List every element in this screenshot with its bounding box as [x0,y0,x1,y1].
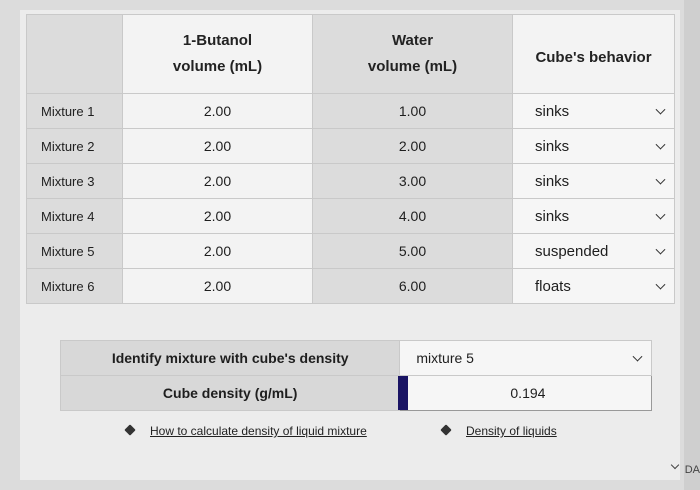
corner-label: DA [684,464,700,476]
row-label: Mixture 5 [26,233,123,269]
mixture-table: 1-Butanol volume (mL) Water volume (mL) … [26,14,675,304]
behavior-value: sinks [535,207,570,225]
behavior-value: sinks [535,102,570,120]
link-density-liquids[interactable]: Density of liquids [466,424,557,438]
water-cell: 3.00 [312,163,513,199]
density-input[interactable]: 0.194 [398,375,652,411]
header-water: Water volume (mL) [312,14,513,94]
water-cell: 1.00 [312,93,513,129]
chevron-down-icon [655,244,666,255]
header-blank [26,14,123,94]
table-row: Mixture 4 2.00 4.00 sinks [26,198,675,234]
water-cell: 6.00 [312,268,513,304]
density-value: 0.194 [510,385,546,401]
header-butanol-line1: 1-Butanol [182,32,253,49]
identify-label: Identify mixture with cube's density [59,340,401,376]
water-cell: 4.00 [312,198,513,234]
table-header-row: 1-Butanol volume (mL) Water volume (mL) … [26,14,675,94]
behavior-select[interactable]: suspended [512,233,675,269]
behavior-select[interactable]: floats [512,268,675,304]
header-butanol: 1-Butanol volume (mL) [122,14,313,94]
water-cell: 2.00 [312,128,513,164]
behavior-value: sinks [535,137,570,155]
header-butanol-line2: volume (mL) [172,58,263,75]
butanol-cell: 2.00 [122,198,313,234]
behavior-select[interactable]: sinks [512,198,675,234]
water-cell: 5.00 [312,233,513,269]
density-table: Identify mixture with cube's density mix… [59,340,652,411]
table-row: Mixture 5 2.00 5.00 suspended [26,233,675,269]
identify-select[interactable]: mixture 5 [399,340,652,376]
butanol-cell: 2.00 [122,233,313,269]
chevron-down-icon [655,104,666,115]
row-label: Mixture 6 [26,268,123,304]
header-water-line1: Water [391,32,434,49]
link-calc-density[interactable]: How to calculate density of liquid mixtu… [150,424,367,438]
butanol-cell: 2.00 [122,268,313,304]
row-label: Mixture 3 [26,163,123,199]
header-water-line2: volume (mL) [367,58,458,75]
row-label: Mixture 4 [26,198,123,234]
behavior-value: suspended [535,242,609,260]
table-row: Mixture 1 2.00 1.00 sinks [26,93,675,129]
behavior-value: floats [535,277,571,295]
header-behavior: Cube's behavior [512,14,675,94]
row-label: Mixture 1 [26,93,123,129]
behavior-select[interactable]: sinks [512,128,675,164]
chevron-down-icon [655,139,666,150]
right-edge-strip [684,0,700,490]
butanol-cell: 2.00 [122,128,313,164]
chevron-down-icon [655,279,666,290]
identify-value: mixture 5 [416,350,474,366]
chevron-down-icon [655,174,666,185]
butanol-cell: 2.00 [122,163,313,199]
density-row: Cube density (g/mL) 0.194 [59,375,652,411]
table-row: Mixture 6 2.00 6.00 floats [26,268,675,304]
butanol-cell: 2.00 [122,93,313,129]
density-label: Cube density (g/mL) [59,375,401,411]
chevron-down-icon [632,351,643,362]
row-label: Mixture 2 [26,128,123,164]
chevron-down-icon [655,209,666,220]
table-row: Mixture 2 2.00 2.00 sinks [26,128,675,164]
table-row: Mixture 3 2.00 3.00 sinks [26,163,675,199]
behavior-select[interactable]: sinks [512,93,675,129]
behavior-select[interactable]: sinks [512,163,675,199]
identify-row: Identify mixture with cube's density mix… [59,340,652,376]
text-cursor [398,376,409,410]
behavior-value: sinks [535,172,570,190]
